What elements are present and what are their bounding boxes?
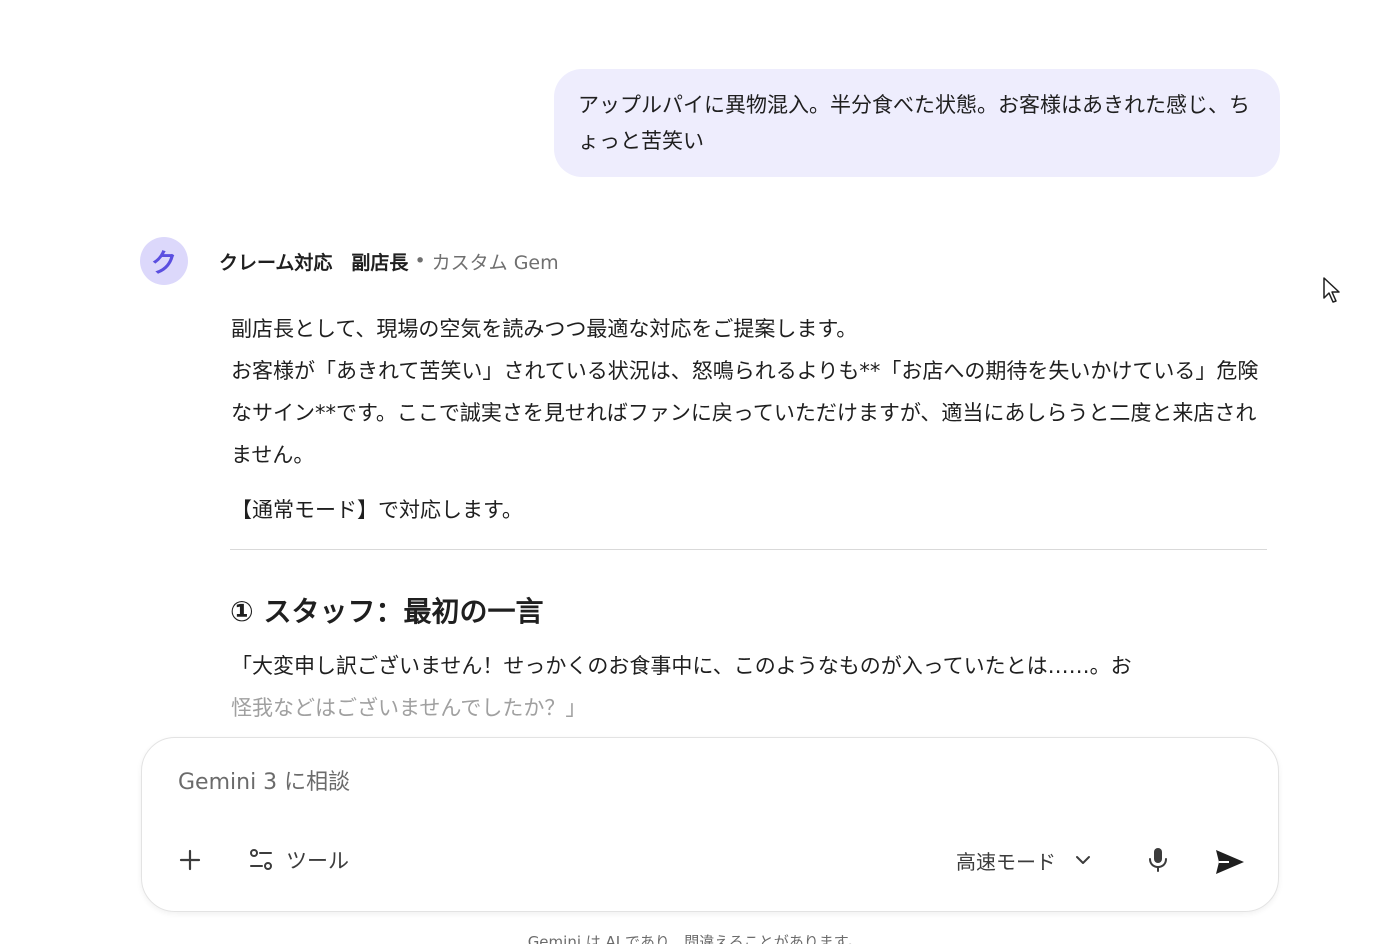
- chevron-down-icon: [1074, 851, 1092, 869]
- add-attachment-button[interactable]: [172, 842, 208, 878]
- voice-input-button[interactable]: [1140, 842, 1176, 878]
- section-heading: ① スタッフ：最初の一言: [230, 595, 544, 628]
- gem-avatar: ク: [140, 237, 188, 285]
- section-body: 「大変申し訳ございません！せっかくのお食事中に、このようなものが入っていたとは……: [231, 645, 1261, 729]
- prompt-input[interactable]: [178, 770, 1078, 795]
- response-mode-line: 【通常モード】で対応します。: [231, 498, 523, 522]
- send-button[interactable]: [1210, 842, 1250, 882]
- model-response: 副店長として、現場の空気を読みつつ最適な対応をご提案します。 お客様が「あきれて…: [231, 308, 1271, 530]
- mode-label: 高速モード: [956, 849, 1056, 874]
- microphone-icon: [1149, 848, 1167, 872]
- user-message-bubble: アップルパイに異物混入。半分食べた状態。お客様はあきれた感じ、ちょっと苦笑い: [554, 69, 1280, 177]
- gem-name: クレーム対応 副店長: [219, 251, 409, 274]
- mode-selector[interactable]: 高速モード: [956, 842, 1092, 878]
- chat-page: アップルパイに異物混入。半分食べた状態。お客様はあきれた感じ、ちょっと苦笑い ク…: [0, 0, 1390, 944]
- gem-header: ク クレーム対応 副店長 • カスタム Gem: [140, 236, 559, 286]
- plus-icon: [179, 849, 201, 871]
- tools-label: ツール: [286, 849, 349, 873]
- mouse-pointer-icon: [1323, 277, 1340, 303]
- response-paragraph-situation: お客様が「あきれて苦笑い」されている状況は、怒鳴られるよりも**「お店への期待を…: [231, 359, 1259, 467]
- tune-icon: [250, 849, 272, 870]
- gem-type-label: カスタム Gem: [431, 251, 559, 274]
- send-icon: [1216, 850, 1244, 874]
- section-divider: [230, 549, 1267, 550]
- section-body-line: 「大変申し訳ございません！せっかくのお食事中に、このようなものが入っていたとは……: [231, 654, 1132, 678]
- tools-button[interactable]: ツール: [248, 842, 349, 878]
- section-body-line-faded: 怪我などはございませんでしたか？」: [231, 696, 587, 720]
- user-message-text: アップルパイに異物混入。半分食べた状態。お客様はあきれた感じ、ちょっと苦笑い: [578, 93, 1250, 153]
- gem-separator: •: [414, 250, 426, 272]
- prompt-composer: ツール 高速モード: [141, 737, 1279, 912]
- response-paragraph-intro: 副店長として、現場の空気を読みつつ最適な対応をご提案します。: [231, 317, 858, 341]
- disclaimer-text: Gemini は AI であり、間違えることがあります。: [527, 933, 863, 944]
